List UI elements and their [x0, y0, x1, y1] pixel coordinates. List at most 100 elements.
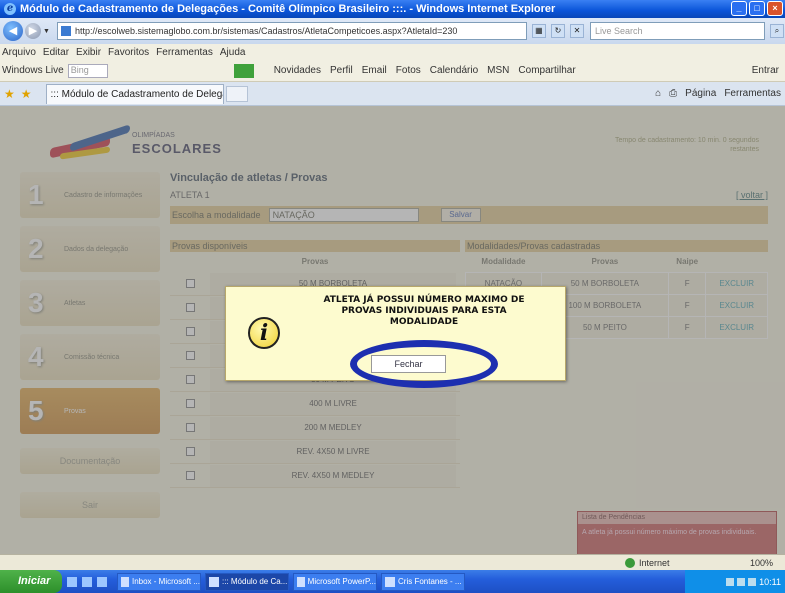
- prova-checkbox[interactable]: [185, 351, 195, 360]
- compatibility-icon[interactable]: ▦: [531, 24, 546, 38]
- pendencias-message: A atleta já possui número máximo de prov…: [582, 529, 757, 536]
- cell-prova: 100 M BORBOLETA: [568, 300, 642, 310]
- prova-checkbox[interactable]: [185, 447, 195, 456]
- sair-button[interactable]: Sair: [20, 492, 160, 518]
- link-perfil[interactable]: Perfil: [330, 65, 353, 76]
- col-action: [706, 252, 768, 272]
- col-modalidade: Modalidade: [481, 257, 526, 267]
- task-powerpoint[interactable]: Microsoft PowerP...: [293, 572, 377, 591]
- prova-checkbox[interactable]: [185, 279, 195, 288]
- documentacao-button[interactable]: Documentação: [20, 448, 160, 474]
- menu-favoritos[interactable]: Favoritos: [108, 47, 149, 58]
- task-chat[interactable]: Cris Fontanes - ...: [381, 572, 465, 591]
- refresh-icon[interactable]: ↻: [550, 24, 565, 38]
- address-url: http://escolweb.sistemaglobo.com.br/sist…: [74, 26, 458, 36]
- minimize-button[interactable]: _: [731, 1, 747, 16]
- stop-icon[interactable]: ✕: [569, 24, 584, 38]
- address-bar[interactable]: http://escolweb.sistemaglobo.com.br/sist…: [56, 22, 527, 40]
- taskbar: Iniciar Inbox - Microsoft ... ::: Módulo…: [0, 570, 785, 593]
- quicklaunch-icon[interactable]: [82, 576, 92, 587]
- task-outlook[interactable]: Inbox - Microsoft ...: [117, 572, 201, 591]
- step-5[interactable]: 5 Provas: [20, 388, 160, 434]
- prova-checkbox[interactable]: [185, 303, 195, 312]
- menu-arquivo[interactable]: Arquivo: [2, 47, 36, 58]
- print-icon[interactable]: ⎙: [669, 88, 677, 99]
- step-number: 4: [28, 341, 44, 372]
- step-label: Cadastro de informações: [64, 191, 143, 199]
- favorites-star-icon[interactable]: ★: [4, 87, 15, 101]
- tools-menu[interactable]: Ferramentas: [724, 88, 781, 99]
- globe-icon: [625, 557, 635, 568]
- cell-prova: 50 M PEITO: [582, 322, 627, 332]
- add-favorites-icon[interactable]: ★: [21, 87, 32, 101]
- cell-naipe: F: [684, 322, 690, 332]
- back-button[interactable]: ◀: [3, 21, 23, 41]
- prova-name: 200 M MEDLEY: [210, 416, 456, 439]
- menu-exibir[interactable]: Exibir: [76, 47, 101, 58]
- tray-icon[interactable]: [726, 577, 735, 586]
- prova-row: REV. 4X50 M LIVRE: [170, 440, 460, 464]
- voltar-link[interactable]: [ voltar ]: [736, 190, 768, 200]
- internet-explorer-icon: e: [4, 3, 16, 15]
- col-naipe: Naipe: [676, 257, 699, 267]
- link-compartilhar[interactable]: Compartilhar: [518, 65, 575, 76]
- zoom-level[interactable]: 100%: [750, 558, 773, 568]
- address-row: ◀ ▶ ▼ http://escolweb.sistemaglobo.com.b…: [0, 18, 785, 44]
- status-bar: Internet 100%: [0, 554, 785, 570]
- step-4[interactable]: 4 Comissão técnica: [20, 334, 160, 380]
- search-input[interactable]: Live Search: [589, 22, 765, 40]
- step-1[interactable]: 1 Cadastro de informações: [20, 172, 160, 218]
- highlight-ring: [350, 340, 498, 388]
- menu-ferramentas[interactable]: Ferramentas: [156, 47, 213, 58]
- start-button[interactable]: Iniciar: [0, 570, 62, 593]
- search-go-button[interactable]: [233, 63, 254, 78]
- modalidade-select[interactable]: NATAÇÃO: [268, 208, 419, 222]
- prova-checkbox[interactable]: [185, 327, 195, 336]
- maximize-button[interactable]: □: [749, 1, 765, 16]
- quicklaunch-icon[interactable]: [67, 576, 77, 587]
- link-novidades[interactable]: Novidades: [274, 65, 321, 76]
- windows-live-search[interactable]: Bing: [67, 63, 108, 78]
- prova-checkbox[interactable]: [185, 375, 195, 384]
- forward-button[interactable]: ▶: [25, 23, 41, 39]
- provas-column-header: Provas: [301, 257, 329, 266]
- modalidade-bar: Escolha a modalidade NATAÇÃO Salvar: [170, 206, 768, 224]
- info-icon: i: [248, 317, 280, 349]
- prova-name: REV. 4X50 M MEDLEY: [210, 464, 456, 487]
- task-ie[interactable]: ::: Módulo de Ca...: [205, 572, 289, 591]
- quicklaunch-icon[interactable]: [97, 576, 107, 587]
- home-icon[interactable]: ⌂: [655, 88, 661, 99]
- excluir-link[interactable]: EXCLUIR: [719, 323, 754, 332]
- steps-sidebar: 1 Cadastro de informações 2 Dados da del…: [20, 172, 160, 536]
- prova-checkbox[interactable]: [185, 399, 195, 408]
- tray-icon[interactable]: [748, 577, 757, 586]
- prova-name: 400 M LIVRE: [210, 392, 456, 415]
- step-2[interactable]: 2 Dados da delegação: [20, 226, 160, 272]
- new-tab-button[interactable]: [225, 85, 248, 102]
- page-menu[interactable]: Página: [685, 88, 716, 99]
- link-calendario[interactable]: Calendário: [430, 65, 478, 76]
- salvar-button[interactable]: Salvar: [440, 208, 481, 222]
- pendencias-box: Lista de Pendências A atleta já possui n…: [577, 511, 777, 554]
- close-window-button[interactable]: ×: [767, 1, 783, 16]
- prova-checkbox[interactable]: [185, 471, 195, 480]
- search-icon[interactable]: ⌕: [769, 24, 784, 38]
- windows-live-label[interactable]: Windows Live: [2, 65, 64, 76]
- link-email[interactable]: Email: [362, 65, 387, 76]
- prova-name: REV. 4X50 M LIVRE: [210, 440, 456, 463]
- step-3[interactable]: 3 Atletas: [20, 280, 160, 326]
- tab-active[interactable]: ::: Módulo de Cadastramento de Delegaçõe…: [45, 83, 224, 104]
- prova-checkbox[interactable]: [185, 423, 195, 432]
- tray-icon[interactable]: [737, 577, 746, 586]
- cadastradas-header: Modalidades/Provas cadastradas: [465, 240, 768, 252]
- link-msn[interactable]: MSN: [487, 65, 509, 76]
- excluir-link[interactable]: EXCLUIR: [719, 301, 754, 310]
- link-fotos[interactable]: Fotos: [396, 65, 421, 76]
- dialog-message-line: PROVAS INDIVIDUAIS PARA ESTA: [341, 306, 507, 316]
- history-dropdown-icon[interactable]: ▼: [43, 28, 50, 35]
- menu-ajuda[interactable]: Ajuda: [220, 47, 246, 58]
- excluir-link[interactable]: EXCLUIR: [719, 279, 754, 288]
- step-number: 5: [28, 395, 44, 426]
- menu-editar[interactable]: Editar: [43, 47, 69, 58]
- sign-in-link[interactable]: Entrar: [752, 65, 779, 76]
